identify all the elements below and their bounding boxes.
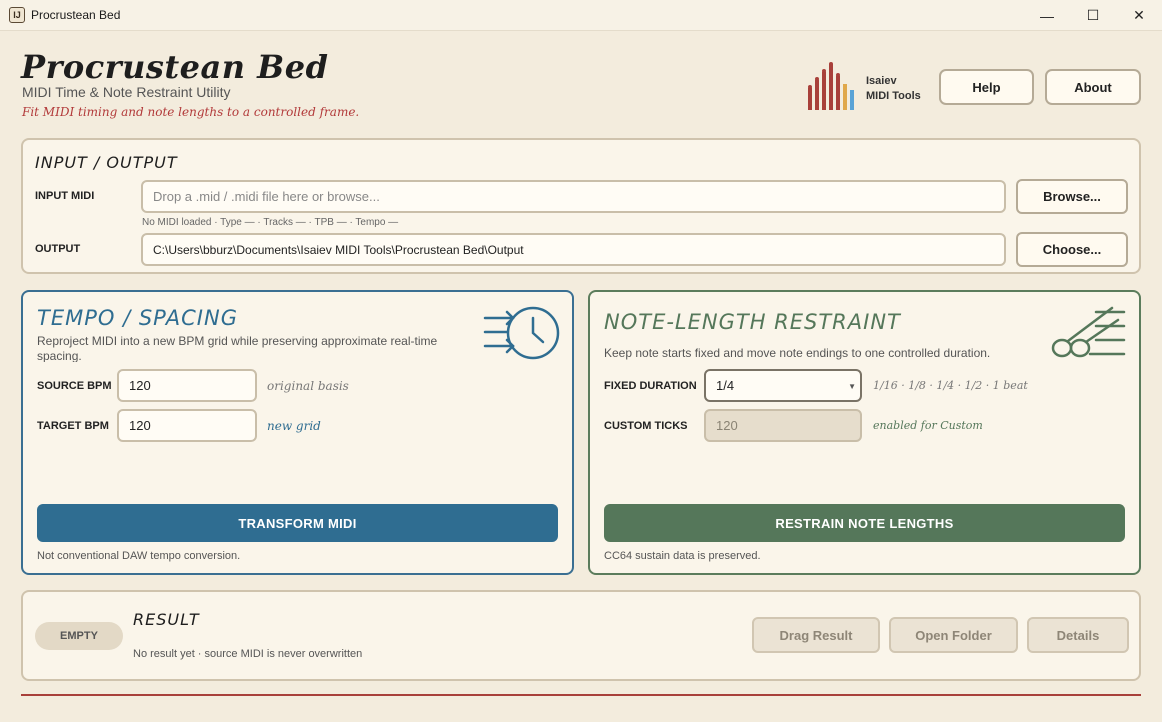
note-footnote: CC64 sustain data is preserved.	[604, 550, 761, 562]
tempo-footnote: Not conventional DAW tempo conversion.	[37, 550, 241, 562]
details-button[interactable]: Details	[1027, 617, 1129, 653]
result-panel: EMPTY RESULT No result yet · source MIDI…	[21, 590, 1141, 681]
transform-midi-button[interactable]: TRANSFORM MIDI	[37, 504, 558, 542]
choose-button[interactable]: Choose...	[1016, 232, 1128, 267]
note-restraint-icon	[1051, 306, 1126, 358]
brand-name: Isaiev MIDI Tools	[866, 74, 921, 104]
source-bpm-input[interactable]: 120	[117, 369, 257, 402]
input-output-title: INPUT / OUTPUT	[35, 153, 178, 172]
result-status-text: No result yet · source MIDI is never ove…	[133, 648, 363, 660]
app-tagline: Fit MIDI timing and note lengths to a co…	[22, 105, 360, 119]
output-path-field[interactable]: C:\Users\bburz\Documents\Isaiev MIDI Too…	[141, 233, 1006, 266]
tempo-spacing-title: TEMPO / SPACING	[37, 306, 238, 330]
note-length-title: NOTE-LENGTH RESTRAINT	[604, 310, 901, 334]
window-title: Procrustean Bed	[31, 8, 121, 22]
brand-line-1: Isaiev	[866, 75, 897, 87]
tempo-clock-icon	[483, 306, 560, 360]
midi-meta-info: No MIDI loaded · Type — · Tracks — · TPB…	[142, 217, 399, 228]
target-bpm-input[interactable]: 120	[117, 409, 257, 442]
app-subtitle: MIDI Time & Note Restraint Utility	[22, 84, 231, 100]
source-bpm-label: SOURCE BPM	[37, 380, 112, 392]
note-length-panel: NOTE-LENGTH RESTRAINT Keep note starts f…	[588, 290, 1141, 575]
input-midi-field[interactable]: Drop a .mid / .midi file here or browse.…	[141, 180, 1006, 213]
restrain-note-lengths-button[interactable]: RESTRAIN NOTE LENGTHS	[604, 504, 1125, 542]
drag-result-button[interactable]: Drag Result	[752, 617, 880, 653]
open-folder-button[interactable]: Open Folder	[889, 617, 1018, 653]
app-icon: IJ	[9, 7, 25, 23]
app-title: Procrustean Bed	[21, 48, 329, 86]
fixed-duration-label: FIXED DURATION	[604, 380, 697, 392]
chevron-down-icon: ▼	[848, 382, 856, 391]
about-button[interactable]: About	[1045, 69, 1141, 105]
tempo-description: Reproject MIDI into a new BPM grid while…	[37, 334, 438, 362]
target-bpm-label: TARGET BPM	[37, 420, 109, 432]
title-bar: IJ Procrustean Bed — ☐ ✕	[0, 0, 1162, 31]
input-output-panel: INPUT / OUTPUT INPUT MIDI Drop a .mid / …	[21, 138, 1141, 274]
custom-ticks-label: CUSTOM TICKS	[604, 420, 688, 432]
fixed-duration-value: 1/4	[716, 378, 735, 393]
custom-ticks-input[interactable]: 120	[704, 409, 862, 442]
input-midi-label: INPUT MIDI	[35, 190, 95, 202]
maximize-button[interactable]: ☐	[1070, 0, 1116, 31]
fixed-duration-hint: 1/16 · 1/8 · 1/4 · 1/2 · 1 beat	[873, 379, 1028, 392]
help-button[interactable]: Help	[939, 69, 1034, 105]
brand-line-2: MIDI Tools	[866, 90, 921, 102]
note-description: Keep note starts fixed and move note end…	[604, 346, 991, 360]
result-status-badge: EMPTY	[35, 622, 123, 650]
brand-logo-icon	[808, 62, 854, 110]
tempo-spacing-panel: TEMPO / SPACING Reproject MIDI into a ne…	[21, 290, 574, 575]
window-controls: — ☐ ✕	[1024, 0, 1162, 31]
output-label: OUTPUT	[35, 243, 81, 255]
footer-divider	[21, 694, 1141, 696]
source-bpm-hint: original basis	[267, 379, 349, 393]
target-bpm-hint: new grid	[267, 419, 321, 433]
result-title: RESULT	[133, 610, 200, 629]
custom-ticks-hint: enabled for Custom	[873, 419, 983, 432]
fixed-duration-select[interactable]: 1/4 ▼	[704, 369, 862, 402]
browse-button[interactable]: Browse...	[1016, 179, 1128, 214]
minimize-button[interactable]: —	[1024, 0, 1070, 31]
close-button[interactable]: ✕	[1116, 0, 1162, 31]
